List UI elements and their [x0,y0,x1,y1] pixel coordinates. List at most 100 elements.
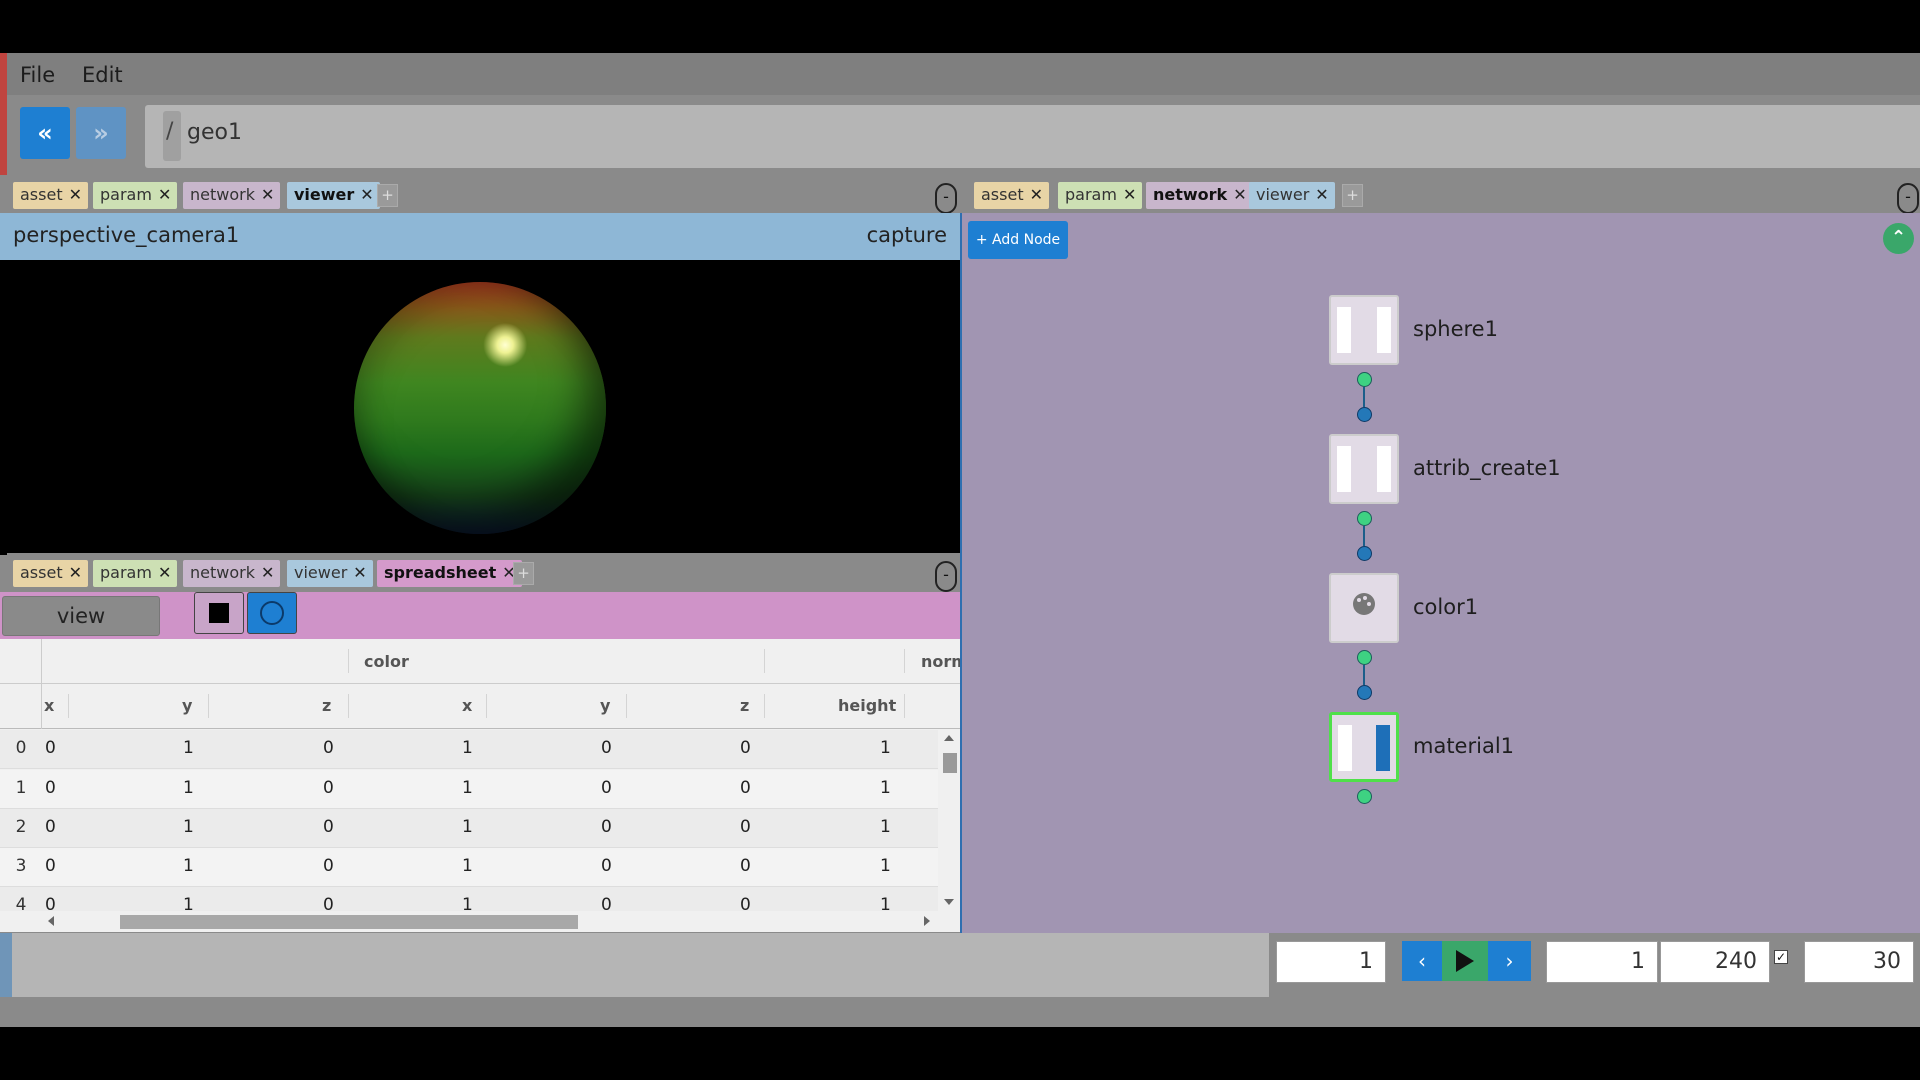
add-tab-button[interactable]: + [1342,184,1363,207]
tab-viewer[interactable]: viewer ✕ [287,560,373,587]
tab-param[interactable]: param ✕ [1058,182,1143,209]
collapse-pane-button[interactable]: - [935,183,957,214]
3d-viewport[interactable] [0,260,960,555]
table-row[interactable]: 0 0 1 0 1 0 0 1 [0,730,938,769]
tab-label: viewer [294,185,355,204]
node-display-flag[interactable] [1377,307,1391,353]
scroll-thumb[interactable] [943,753,957,773]
output-port[interactable] [1357,650,1372,665]
play-button[interactable] [1442,941,1488,981]
end-frame-input[interactable]: 240 [1660,941,1770,983]
add-tab-button[interactable]: + [377,184,398,207]
current-frame-input[interactable]: 1 [1276,941,1386,983]
close-icon[interactable]: ✕ [1315,185,1328,204]
prev-frame-button[interactable]: ‹ [1402,941,1442,981]
add-node-button[interactable]: + Add Node [968,221,1068,259]
tab-viewer[interactable]: viewer ✕ [287,182,380,209]
close-icon[interactable]: ✕ [69,563,82,582]
tab-asset[interactable]: asset ✕ [974,182,1049,209]
input-port[interactable] [1357,407,1372,422]
path-current[interactable]: geo1 [187,120,242,145]
output-port[interactable] [1357,372,1372,387]
close-icon[interactable]: ✕ [1030,185,1043,204]
close-icon[interactable]: ✕ [1233,185,1246,204]
node-bypass-flag[interactable] [1337,446,1351,492]
view-attributes-button[interactable]: view attributes [2,596,160,666]
scroll-down-arrow-icon[interactable] [944,899,954,905]
next-frame-button[interactable]: › [1488,941,1531,981]
node-label: sphere1 [1413,317,1498,341]
start-frame-input[interactable]: 1 [1546,941,1658,983]
attribute-table[interactable]: color norm x y z x y z height 0 0 1 0 1 … [0,639,960,932]
input-port[interactable] [1357,546,1372,561]
horizontal-scrollbar[interactable] [0,911,938,932]
menu-edit[interactable]: Edit [82,63,123,87]
node-bypass-flag[interactable] [1337,307,1351,353]
tab-asset[interactable]: asset ✕ [13,182,88,209]
stop-button[interactable] [194,592,244,634]
column-header-color-y[interactable]: y [600,696,610,715]
scroll-thumb[interactable] [120,915,578,929]
column-header-y[interactable]: y [182,696,192,715]
network-editor[interactable]: + Add Node ⌃ sphere1 attrib_create1 colo… [962,213,1920,933]
add-tab-button[interactable]: + [513,562,534,585]
output-port[interactable] [1357,511,1372,526]
column-header-color-x[interactable]: x [462,696,472,715]
node-material1[interactable] [1329,712,1399,782]
capture-button[interactable]: capture [867,223,947,247]
loop-checkbox[interactable]: ✓ [1774,950,1788,964]
node-display-flag[interactable] [1377,446,1391,492]
table-row[interactable]: 3 0 1 0 1 0 0 1 [0,848,938,887]
close-icon[interactable]: ✕ [158,185,171,204]
column-header-z[interactable]: z [322,696,331,715]
divider [208,694,209,718]
output-port[interactable] [1357,789,1372,804]
tab-network[interactable]: network ✕ [183,560,281,587]
column-header-color-z[interactable]: z [740,696,749,715]
sphere-mode-button[interactable] [247,592,297,634]
node-sphere1[interactable] [1329,295,1399,365]
connection-wire[interactable] [1363,665,1365,685]
tab-network[interactable]: network ✕ [1146,182,1253,209]
scroll-right-arrow-icon[interactable] [924,916,930,926]
tab-spreadsheet[interactable]: spreadsheet ✕ [377,560,522,587]
close-icon[interactable]: ✕ [69,185,82,204]
camera-name[interactable]: perspective_camera1 [13,223,239,247]
scroll-left-arrow-icon[interactable] [48,916,54,926]
tab-network[interactable]: network ✕ [183,182,281,209]
node-color1[interactable] [1329,573,1399,643]
close-icon[interactable]: ✕ [158,563,171,582]
close-icon[interactable]: ✕ [360,185,373,204]
collapse-pane-button[interactable]: - [1897,183,1919,214]
table-row[interactable]: 1 0 1 0 1 0 0 1 [0,770,938,809]
close-icon[interactable]: ✕ [353,563,366,582]
double-chevron-up-icon[interactable]: ⌃ [1883,223,1914,254]
fps-input[interactable]: 30 [1804,941,1914,983]
vertical-scrollbar[interactable] [938,729,960,911]
node-bypass-flag[interactable] [1338,725,1352,771]
tab-param[interactable]: param ✕ [93,560,178,587]
connection-wire[interactable] [1363,387,1365,407]
cell: 0 [45,817,56,837]
node-display-flag[interactable] [1376,725,1390,771]
node-attrib-create1[interactable] [1329,434,1399,504]
menu-file[interactable]: File [20,63,55,87]
close-icon[interactable]: ✕ [261,185,274,204]
scroll-up-arrow-icon[interactable] [944,735,954,741]
column-header-height[interactable]: height [838,696,896,715]
column-header-x[interactable]: x [44,696,54,715]
tab-viewer[interactable]: viewer ✕ [1249,182,1335,209]
divider [764,649,765,673]
tab-param[interactable]: param ✕ [93,182,178,209]
back-button[interactable]: « [20,107,70,159]
input-port[interactable] [1357,685,1372,700]
collapse-pane-button[interactable]: - [935,561,957,592]
close-icon[interactable]: ✕ [261,563,274,582]
connection-wire[interactable] [1363,526,1365,546]
path-bar[interactable]: / geo1 [145,105,1920,168]
table-row[interactable]: 2 0 1 0 1 0 0 1 [0,809,938,848]
close-icon[interactable]: ✕ [1123,185,1136,204]
cell: 1 [462,738,473,758]
forward-button[interactable]: » [76,107,126,159]
tab-asset[interactable]: asset ✕ [13,560,88,587]
